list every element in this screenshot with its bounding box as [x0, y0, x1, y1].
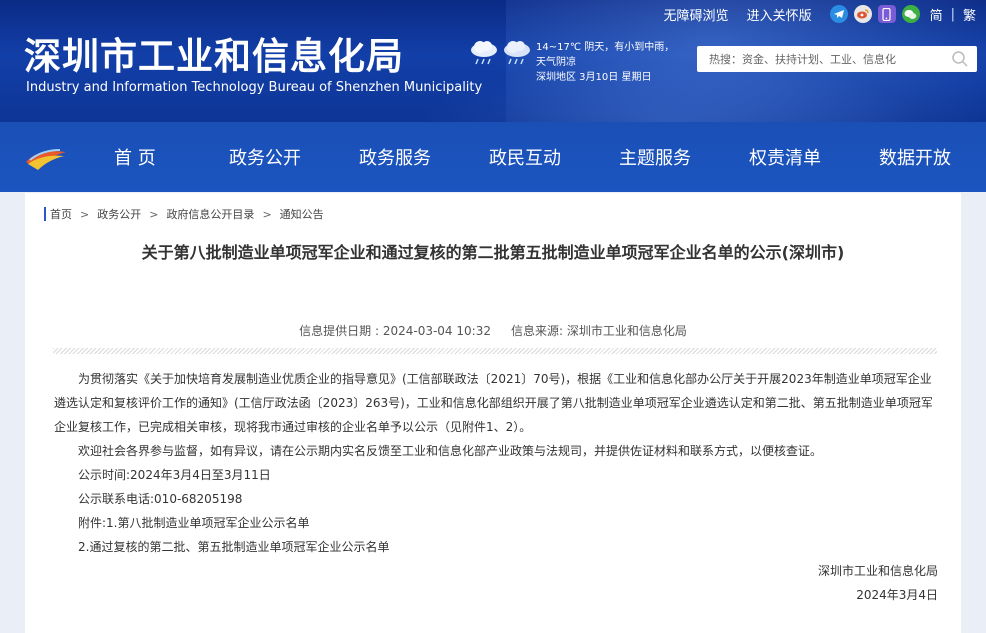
- main-nav: 首 页 政务公开 政务服务 政民互动 主题服务 权责清单 数据开放: [0, 122, 986, 192]
- search-input[interactable]: [709, 52, 949, 66]
- breadcrumb-separator: >: [80, 207, 90, 221]
- nav-item-home[interactable]: 首 页: [114, 144, 156, 170]
- telegram-icon[interactable]: [829, 5, 848, 23]
- weather-line: 14~17℃ 阴天，有小到中雨，: [536, 42, 675, 53]
- nav-item-open-data[interactable]: 数据开放: [879, 144, 951, 170]
- social-links: [829, 5, 920, 23]
- publish-date: 信息提供日期 : 2024-03-04 10:32: [299, 324, 491, 338]
- weather-line: 天气阴凉: [536, 57, 576, 68]
- bureau-logo-icon[interactable]: [24, 142, 68, 172]
- article-body: 为贯彻落实《关于加快培育发展制造业优质企业的指导意见》(工信部联政法〔2021〕…: [54, 367, 940, 607]
- search-icon[interactable]: [951, 50, 969, 68]
- site-subtitle: Industry and Information Technology Bure…: [26, 80, 483, 95]
- contact-phone: 公示联系电话:010-68205198: [78, 492, 243, 506]
- rain-cloud-icon: [471, 41, 497, 65]
- breadcrumb-notices[interactable]: 通知公告: [280, 206, 324, 222]
- breadcrumb-home[interactable]: 首页: [50, 206, 72, 222]
- nav-item-government-services[interactable]: 政务服务: [359, 144, 431, 170]
- signature: 深圳市工业和信息化局: [817, 564, 938, 578]
- info-source: 信息来源: 深圳市工业和信息化局: [510, 324, 687, 338]
- weibo-icon[interactable]: [853, 5, 872, 23]
- accessibility-link[interactable]: 无障碍浏览: [664, 5, 729, 24]
- nav-item-responsibility-list[interactable]: 权责清单: [749, 144, 821, 170]
- mobile-icon[interactable]: [877, 5, 896, 23]
- language-separator: |: [950, 6, 955, 22]
- article-meta: 信息提供日期 : 2024-03-04 10:32 信息来源: 深圳市工业和信息化…: [25, 322, 961, 339]
- site-header: 无障碍浏览 进入关怀版 简 | 繁 深圳市工业和信息化局 Industry an…: [0, 0, 986, 122]
- nav-item-government-affairs[interactable]: 政务公开: [229, 144, 301, 170]
- nav-item-theme-services[interactable]: 主题服务: [619, 144, 691, 170]
- article-panel: 首页 > 政务公开 > 政府信息公开目录 > 通知公告 关于第八批制造业单项冠军…: [25, 193, 961, 633]
- weather-widget: 14~17℃ 阴天，有小到中雨， 天气阴凉 深圳地区 3月10日 星期日: [536, 40, 674, 85]
- traditional-chinese-link[interactable]: 繁: [963, 5, 976, 24]
- attachment-link-2[interactable]: 2.通过复核的第二批、第五批制造业单项冠军企业公示名单: [54, 535, 940, 559]
- breadcrumb-government-affairs[interactable]: 政务公开: [97, 206, 141, 222]
- elder-care-mode-link[interactable]: 进入关怀版: [747, 5, 812, 24]
- attachment-link-1[interactable]: 附件:1.第八批制造业单项冠军企业公示名单: [54, 511, 940, 535]
- simplified-chinese-link[interactable]: 简: [930, 5, 943, 24]
- publicity-period: 公示时间:2024年3月4日至3月11日: [78, 468, 271, 482]
- site-title[interactable]: 深圳市工业和信息化局: [24, 26, 404, 80]
- divider: [53, 348, 937, 354]
- breadcrumb-info-directory[interactable]: 政府信息公开目录: [166, 206, 254, 222]
- article-paragraph: 欢迎社会各界参与监督，如有异议，请在公示期内实名反馈至工业和信息化部产业政策与法…: [78, 444, 823, 458]
- breadcrumb-separator: >: [262, 207, 272, 221]
- breadcrumb-separator: >: [149, 207, 159, 221]
- sign-date: 2024年3月4日: [856, 588, 938, 602]
- top-utility-bar: 无障碍浏览 进入关怀版 简 | 繁: [664, 4, 976, 24]
- article-title: 关于第八批制造业单项冠军企业和通过复核的第二批第五批制造业单项冠军企业名单的公示…: [141, 243, 845, 262]
- rain-cloud-icon: [504, 41, 530, 65]
- wechat-icon[interactable]: [901, 5, 920, 23]
- weather-date: 深圳地区 3月10日 星期日: [536, 72, 652, 83]
- nav-item-public-interaction[interactable]: 政民互动: [489, 144, 561, 170]
- search-box: [697, 46, 977, 72]
- article-paragraph: 为贯彻落实《关于加快培育发展制造业优质企业的指导意见》(工信部联政法〔2021〕…: [54, 372, 933, 434]
- breadcrumb: 首页 > 政务公开 > 政府信息公开目录 > 通知公告: [44, 207, 324, 221]
